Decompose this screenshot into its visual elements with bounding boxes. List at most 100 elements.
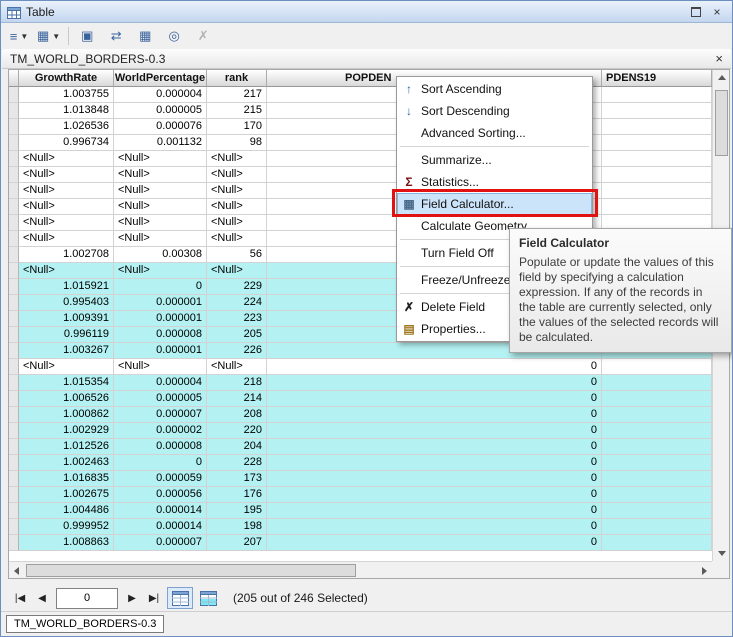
cell-worldpercentage[interactable]: <Null> bbox=[114, 199, 207, 215]
cell-rank[interactable]: 176 bbox=[207, 487, 267, 503]
cell-popden[interactable]: 0 bbox=[267, 375, 602, 391]
row-selector[interactable] bbox=[9, 471, 19, 487]
table-row[interactable]: 1.008863 0.000007 207 0 bbox=[9, 535, 712, 551]
cell-rank[interactable]: 204 bbox=[207, 439, 267, 455]
cell-worldpercentage[interactable]: <Null> bbox=[114, 215, 207, 231]
column-header-growthrate[interactable]: GrowthRate bbox=[19, 70, 114, 87]
cell-rank[interactable]: 208 bbox=[207, 407, 267, 423]
row-selector[interactable] bbox=[9, 327, 19, 343]
table-row[interactable]: <Null> <Null> <Null> 0 bbox=[9, 359, 712, 375]
cell-growthrate[interactable]: 0.995403 bbox=[19, 295, 114, 311]
table-row[interactable]: <Null> <Null> <Null> bbox=[9, 167, 712, 183]
cell-rank[interactable]: <Null> bbox=[207, 215, 267, 231]
cell-popdens19[interactable] bbox=[602, 87, 712, 103]
row-selector[interactable] bbox=[9, 199, 19, 215]
table-row[interactable]: <Null> <Null> <Null> bbox=[9, 151, 712, 167]
cell-rank[interactable]: 229 bbox=[207, 279, 267, 295]
cell-growthrate[interactable]: 0.996734 bbox=[19, 135, 114, 151]
select-related-button[interactable]: ▣ bbox=[73, 24, 101, 48]
cell-popdens19[interactable] bbox=[602, 199, 712, 215]
cell-worldpercentage[interactable]: 0.000007 bbox=[114, 535, 207, 551]
cell-worldpercentage[interactable]: 0.000005 bbox=[114, 391, 207, 407]
select-all-button[interactable]: ▦ bbox=[131, 24, 159, 48]
cell-popden[interactable]: 0 bbox=[267, 471, 602, 487]
maximize-button[interactable] bbox=[687, 4, 705, 19]
cell-growthrate[interactable]: 1.008863 bbox=[19, 535, 114, 551]
cell-worldpercentage[interactable]: 0.001132 bbox=[114, 135, 207, 151]
cell-popden[interactable]: 0 bbox=[267, 519, 602, 535]
cell-worldpercentage[interactable]: 0.000008 bbox=[114, 439, 207, 455]
menu-item-statistics[interactable]: Σ Statistics... bbox=[397, 171, 592, 193]
show-all-records-button[interactable] bbox=[167, 587, 193, 609]
row-selector[interactable] bbox=[9, 263, 19, 279]
cell-popden[interactable]: 0 bbox=[267, 535, 602, 551]
cell-growthrate[interactable]: 1.002929 bbox=[19, 423, 114, 439]
cell-popdens19[interactable] bbox=[602, 439, 712, 455]
cell-popden[interactable]: 0 bbox=[267, 487, 602, 503]
cell-rank[interactable]: 217 bbox=[207, 87, 267, 103]
cell-rank[interactable]: 223 bbox=[207, 311, 267, 327]
table-row[interactable]: 1.006526 0.000005 214 0 bbox=[9, 391, 712, 407]
row-selector[interactable] bbox=[9, 391, 19, 407]
cell-popdens19[interactable] bbox=[602, 455, 712, 471]
cell-growthrate[interactable]: <Null> bbox=[19, 263, 114, 279]
row-selector-header[interactable] bbox=[9, 70, 19, 87]
cell-growthrate[interactable]: <Null> bbox=[19, 183, 114, 199]
cell-worldpercentage[interactable]: 0.000014 bbox=[114, 503, 207, 519]
cell-growthrate[interactable]: 1.016835 bbox=[19, 471, 114, 487]
row-selector[interactable] bbox=[9, 343, 19, 359]
cell-rank[interactable]: 224 bbox=[207, 295, 267, 311]
cell-growthrate[interactable]: <Null> bbox=[19, 151, 114, 167]
cell-growthrate[interactable]: 1.015354 bbox=[19, 375, 114, 391]
cell-growthrate[interactable]: <Null> bbox=[19, 231, 114, 247]
cell-worldpercentage[interactable]: <Null> bbox=[114, 151, 207, 167]
cell-worldpercentage[interactable]: <Null> bbox=[114, 231, 207, 247]
cell-popdens19[interactable] bbox=[602, 503, 712, 519]
cell-popdens19[interactable] bbox=[602, 359, 712, 375]
cell-worldpercentage[interactable]: 0.000002 bbox=[114, 423, 207, 439]
row-selector[interactable] bbox=[9, 503, 19, 519]
table-row[interactable]: <Null> <Null> <Null> bbox=[9, 183, 712, 199]
cell-worldpercentage[interactable]: 0 bbox=[114, 455, 207, 471]
cell-growthrate[interactable]: 1.012526 bbox=[19, 439, 114, 455]
zoom-to-selected-button[interactable]: ◎ bbox=[160, 24, 188, 48]
row-selector[interactable] bbox=[9, 311, 19, 327]
horizontal-scroll-thumb[interactable] bbox=[26, 564, 356, 577]
table-row[interactable]: 1.013848 0.000005 215 bbox=[9, 103, 712, 119]
cell-worldpercentage[interactable]: <Null> bbox=[114, 167, 207, 183]
table-row[interactable]: 1.004486 0.000014 195 0 bbox=[9, 503, 712, 519]
scroll-left-button[interactable] bbox=[9, 563, 24, 578]
first-record-button[interactable]: |◀ bbox=[9, 588, 31, 608]
cell-worldpercentage[interactable]: 0.000004 bbox=[114, 375, 207, 391]
cell-popden[interactable]: 0 bbox=[267, 423, 602, 439]
row-selector[interactable] bbox=[9, 135, 19, 151]
row-selector[interactable] bbox=[9, 103, 19, 119]
row-selector[interactable] bbox=[9, 167, 19, 183]
row-selector[interactable] bbox=[9, 183, 19, 199]
cell-growthrate[interactable]: 1.002463 bbox=[19, 455, 114, 471]
previous-record-button[interactable]: ◀ bbox=[31, 588, 53, 608]
cell-rank[interactable]: 198 bbox=[207, 519, 267, 535]
cell-popdens19[interactable] bbox=[602, 535, 712, 551]
cell-rank[interactable]: 205 bbox=[207, 327, 267, 343]
cell-worldpercentage[interactable]: 0.000076 bbox=[114, 119, 207, 135]
row-selector[interactable] bbox=[9, 295, 19, 311]
switch-selection-button[interactable]: ⇄ bbox=[102, 24, 130, 48]
cell-rank[interactable]: <Null> bbox=[207, 199, 267, 215]
row-selector[interactable] bbox=[9, 439, 19, 455]
cell-rank[interactable]: 220 bbox=[207, 423, 267, 439]
cell-popdens19[interactable] bbox=[602, 471, 712, 487]
cell-popdens19[interactable] bbox=[602, 375, 712, 391]
table-row[interactable]: 1.012526 0.000008 204 0 bbox=[9, 439, 712, 455]
cell-popdens19[interactable] bbox=[602, 407, 712, 423]
cell-rank[interactable]: 56 bbox=[207, 247, 267, 263]
cell-popdens19[interactable] bbox=[602, 119, 712, 135]
cell-growthrate[interactable]: 1.004486 bbox=[19, 503, 114, 519]
cell-growthrate[interactable]: <Null> bbox=[19, 215, 114, 231]
menu-item-field-calculator[interactable]: ▦ Field Calculator... bbox=[397, 193, 592, 215]
cell-growthrate[interactable]: <Null> bbox=[19, 199, 114, 215]
cell-popden[interactable]: 0 bbox=[267, 359, 602, 375]
row-selector[interactable] bbox=[9, 535, 19, 551]
table-row[interactable]: 1.000862 0.000007 208 0 bbox=[9, 407, 712, 423]
cell-popdens19[interactable] bbox=[602, 135, 712, 151]
